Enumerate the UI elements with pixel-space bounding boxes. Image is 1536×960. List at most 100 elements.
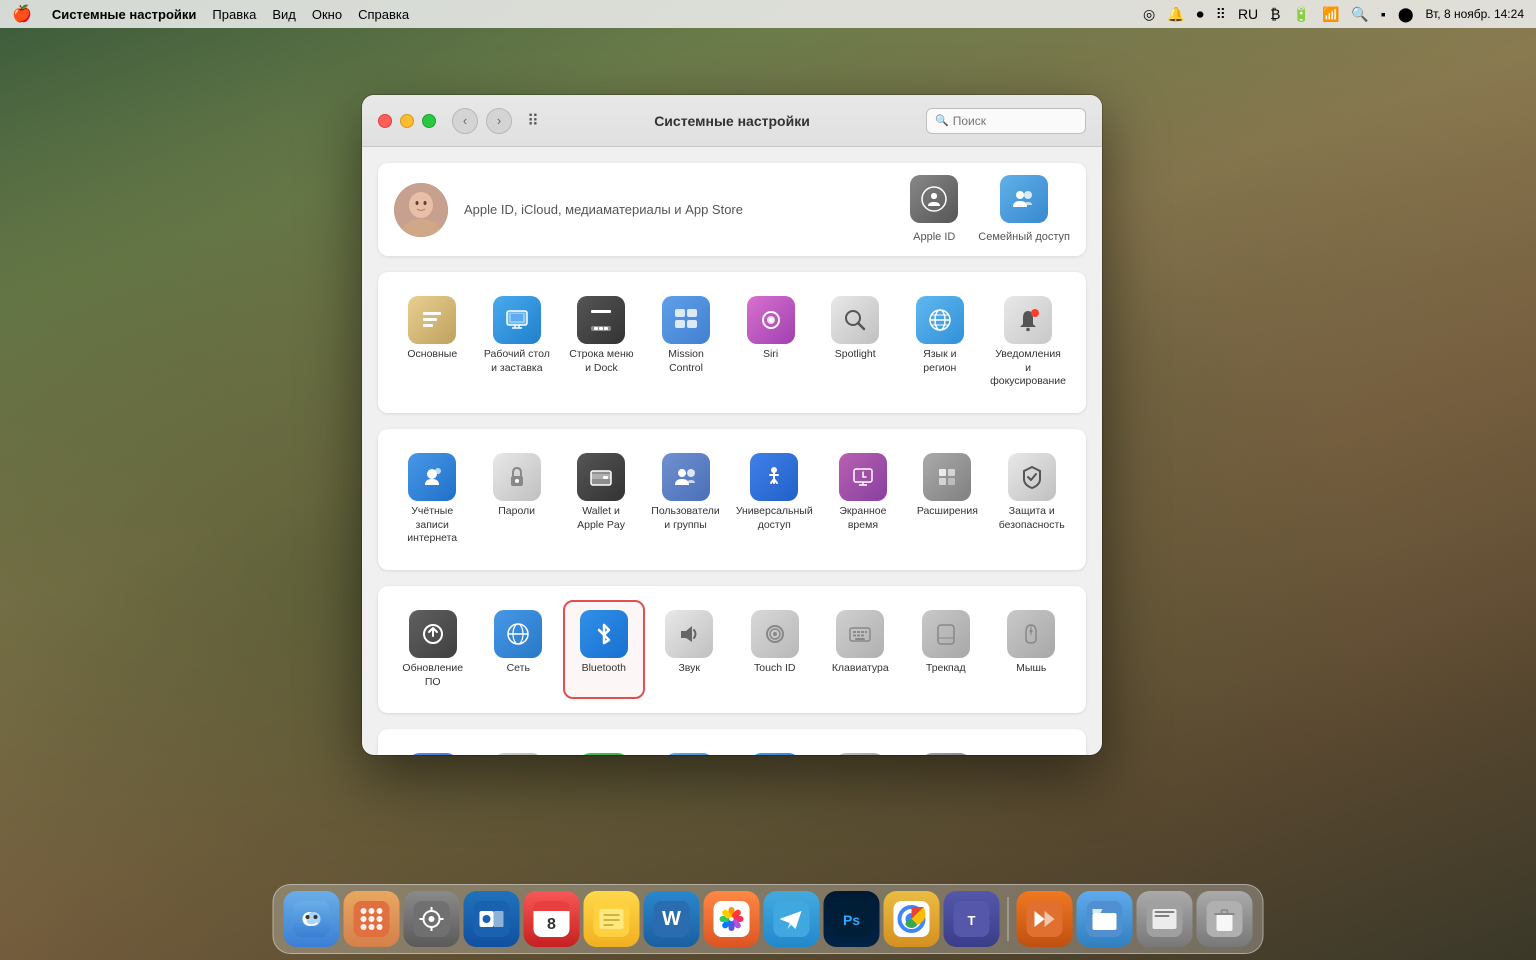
minimize-button[interactable]: [400, 114, 414, 128]
system-preferences-window: ‹ › ⠿ Системные настройки 🔍: [362, 95, 1102, 755]
pref-network[interactable]: Сеть: [480, 602, 558, 697]
ru-flag-icon[interactable]: RU: [1238, 6, 1258, 22]
dock-launchpad[interactable]: [344, 891, 400, 947]
pref-users[interactable]: Пользователи и группы: [647, 445, 724, 554]
pref-touchid[interactable]: Touch ID: [736, 602, 814, 697]
pref-displays[interactable]: Мониторы: [394, 745, 472, 755]
pref-internetacc[interactable]: Учётные записи интернета: [394, 445, 470, 554]
keyboard-icon: [836, 610, 884, 658]
dock-trash[interactable]: [1197, 891, 1253, 947]
svg-text:W: W: [662, 908, 681, 930]
timemachine-icon: [836, 753, 884, 755]
apple-menu-icon[interactable]: 🍎: [12, 4, 32, 24]
dock-teams[interactable]: T: [944, 891, 1000, 947]
pref-general[interactable]: Основные: [394, 288, 471, 397]
back-button[interactable]: ‹: [452, 108, 478, 134]
dock-photos[interactable]: [704, 891, 760, 947]
extensions-icon: [923, 453, 971, 501]
dock-outlook[interactable]: [464, 891, 520, 947]
users-icon: [662, 453, 710, 501]
language-icon: [916, 296, 964, 344]
prefs-grid-1: Основные Рабочий стол и заставка: [394, 288, 1070, 397]
pref-sound[interactable]: Звук: [651, 602, 729, 697]
pref-desktop[interactable]: Рабочий стол и заставка: [479, 288, 556, 397]
menubar-help[interactable]: Справка: [358, 7, 409, 22]
pref-mouse[interactable]: Мышь: [993, 602, 1071, 697]
search-icon[interactable]: 🔍: [1351, 6, 1368, 23]
grid-view-button[interactable]: ⠿: [520, 108, 546, 134]
dock-finder2[interactable]: [1137, 891, 1193, 947]
window-titlebar: ‹ › ⠿ Системные настройки 🔍: [362, 95, 1102, 147]
dock-photoshop[interactable]: Ps: [824, 891, 880, 947]
screentime-label: Экранное время: [839, 505, 886, 532]
forward-button[interactable]: ›: [486, 108, 512, 134]
mirror-icon[interactable]: ▪: [1381, 6, 1386, 22]
pref-printers[interactable]: Принтеры и сканеры: [480, 745, 558, 755]
screenrecord-icon[interactable]: ⏺: [1197, 6, 1204, 23]
pref-spotlight[interactable]: Spotlight: [817, 288, 894, 397]
search-icon: 🔍: [935, 114, 949, 127]
pref-datetime[interactable]: 17 Дата и время: [651, 745, 729, 755]
security-label: Защита и безопасность: [999, 505, 1065, 532]
menubar-app-name[interactable]: Системные настройки: [52, 7, 197, 22]
apple-id-icon-item[interactable]: Apple ID: [910, 175, 958, 244]
family-sharing-icon-item[interactable]: Семейный доступ: [978, 175, 1070, 244]
pref-language[interactable]: Язык и регион: [902, 288, 979, 397]
dock-sysprefs[interactable]: [404, 891, 460, 947]
pref-sharing[interactable]: Общий доступ: [736, 745, 814, 755]
startup-icon: [922, 753, 970, 755]
svg-text:8: 8: [547, 916, 556, 933]
sound-icon: [665, 610, 713, 658]
menubar-datetime: Вт, 8 ноябр. 14:24: [1426, 7, 1525, 21]
pref-notifications[interactable]: Уведомления и фокусирование: [986, 288, 1070, 397]
bluetooth-icon[interactable]: ₿: [1270, 6, 1280, 22]
dock-telegram[interactable]: [764, 891, 820, 947]
dock-files[interactable]: [1077, 891, 1133, 947]
wifi-icon[interactable]: 📶: [1322, 6, 1339, 23]
dock-keka[interactable]: [1017, 891, 1073, 947]
menubar-right: ◎ 🔔 ⏺ ⠿ RU ₿ 🔋 📶 🔍 ▪ ⬤ Вт, 8 ноябр. 14:2…: [1143, 6, 1524, 23]
dock-chrome[interactable]: [884, 891, 940, 947]
pref-siri[interactable]: Siri: [732, 288, 809, 397]
pref-accessibility[interactable]: Универсальный доступ: [732, 445, 817, 554]
pref-security[interactable]: Защита и безопасность: [994, 445, 1070, 554]
pref-extensions[interactable]: Расширения: [909, 445, 985, 554]
dock-finder[interactable]: [284, 891, 340, 947]
keyboard-label: Клавиатура: [832, 662, 889, 676]
pref-keyboard[interactable]: Клавиатура: [822, 602, 900, 697]
dock-stickies[interactable]: [584, 891, 640, 947]
pref-battery[interactable]: Аккумулятор: [565, 745, 643, 755]
user-profile-section[interactable]: Apple ID, iCloud, медиаматериалы и App S…: [378, 163, 1086, 256]
notification-icon[interactable]: 🔔: [1167, 6, 1184, 23]
apple-id-label: Apple ID: [913, 231, 955, 244]
pref-screentime[interactable]: Экранное время: [825, 445, 901, 554]
trackpad-icon: [922, 610, 970, 658]
menubar-edit[interactable]: Правка: [212, 7, 256, 22]
pref-menubar-dock[interactable]: Строка меню и Dock: [563, 288, 640, 397]
menubar: 🍎 Системные настройки Правка Вид Окно Сп…: [0, 0, 1536, 28]
pref-wallet[interactable]: Wallet и Apple Pay: [563, 445, 639, 554]
menubar-window[interactable]: Окно: [312, 7, 342, 22]
dock-word[interactable]: W: [644, 891, 700, 947]
wallet-label: Wallet и Apple Pay: [577, 505, 625, 532]
menubar-view[interactable]: Вид: [272, 7, 296, 22]
pref-trackpad[interactable]: Трекпад: [907, 602, 985, 697]
siri-icon[interactable]: ⬤: [1398, 6, 1414, 23]
pref-mission[interactable]: Mission Control: [648, 288, 725, 397]
grid-icon[interactable]: ⠿: [1216, 6, 1226, 23]
desktop-label: Рабочий стол и заставка: [484, 348, 550, 375]
battery-icon-pref: [580, 753, 628, 755]
search-input[interactable]: [953, 114, 1077, 128]
traffic-lights: [378, 114, 436, 128]
close-button[interactable]: [378, 114, 392, 128]
passwords-icon: [493, 453, 541, 501]
dock-calendar[interactable]: 8: [524, 891, 580, 947]
pref-timemachine[interactable]: Time Machine: [822, 745, 900, 755]
pref-startup[interactable]: Загрузочный диск: [907, 745, 985, 755]
search-box[interactable]: 🔍: [926, 108, 1086, 134]
pref-bluetooth[interactable]: Bluetooth: [565, 602, 643, 697]
pref-updates[interactable]: Обновление ПО: [394, 602, 472, 697]
maximize-button[interactable]: [422, 114, 436, 128]
pref-passwords[interactable]: Пароли: [478, 445, 554, 554]
menubar-dock-label: Строка меню и Dock: [569, 348, 633, 375]
